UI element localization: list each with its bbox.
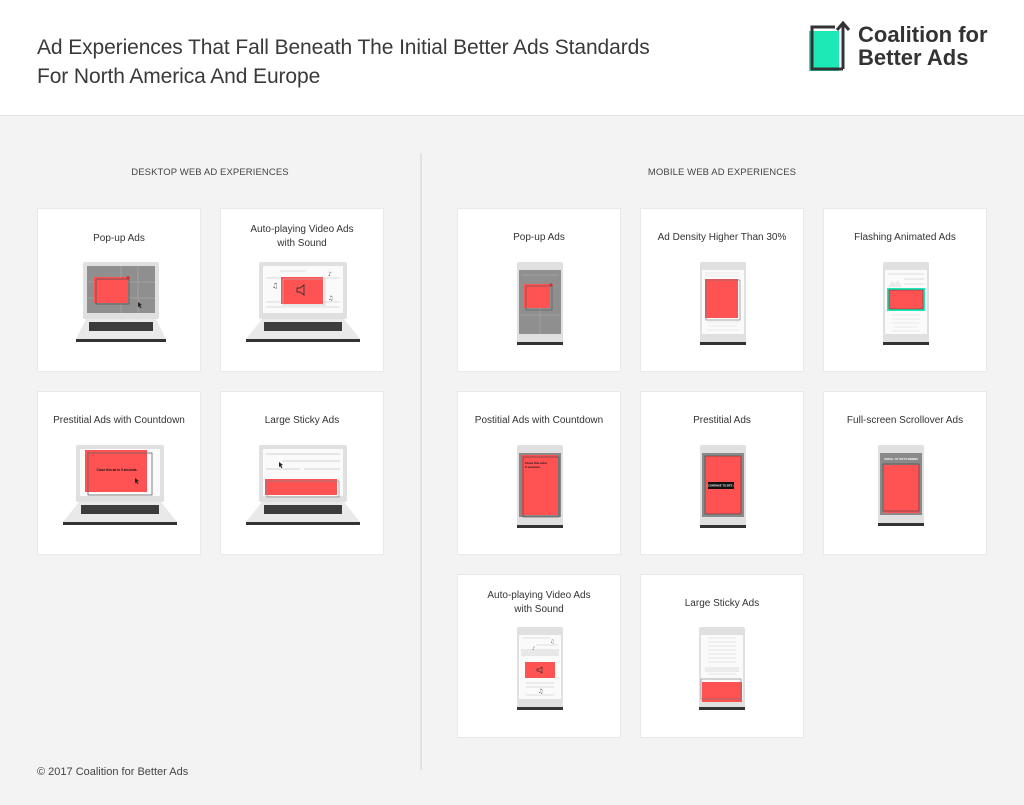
phone-scrollover-icon: SCROLL TO TOP TO DISMISS [878,445,924,526]
laptop-prestitial-countdown-icon: Close this ad in 5 seconds. [63,445,177,525]
laptop-popup-icon [76,262,166,342]
card-label: Auto-playing Video Ads with Sound [487,590,591,615]
card-label: Postitial Ads with Countdown [474,415,604,426]
logo-line-1: Coalition for [858,22,988,47]
mobile-card-autoplay-video: Auto-playing Video Ads with Sound ♫ ♪ ♫ [457,574,621,738]
svg-text:♫: ♫ [550,639,554,645]
countdown-text-line-2: 5 seconds. [525,465,541,469]
svg-text:♫: ♫ [538,688,543,695]
page-title-line-2: For North America And Europe [37,65,321,88]
phone-ad-density-icon [700,262,746,345]
card-label: Ad Density Higher Than 30% [657,232,787,243]
coalition-logo-icon [809,21,851,71]
countdown-text: Close this ad in 5 seconds. [97,468,138,472]
section-divider [420,153,422,770]
desktop-card-autoplay-video: Auto-playing Video Ads with Sound ♫ ♪ ♫ [220,208,384,372]
phone-prestitial-icon: CONTINUE TO SITE › [700,445,746,528]
desktop-card-popup: Pop-up Ads [37,208,201,372]
card-label: Pop-up Ads [513,232,565,243]
phone-popup-icon [517,262,563,345]
mobile-card-sticky: Large Sticky Ads [640,574,804,738]
continue-to-site-text: CONTINUE TO SITE › [708,484,734,488]
mobile-card-flashing: Flashing Animated Ads [823,208,987,372]
card-label: Large Sticky Ads [684,598,760,609]
card-label: Prestitial Ads [693,415,751,426]
card-label: Auto-playing Video Ads with Sound [250,224,354,249]
desktop-section-title: DESKTOP WEB AD EXPERIENCES [131,167,289,178]
phone-flashing-ad-icon [883,262,929,345]
svg-text:♫: ♫ [272,282,278,290]
svg-text:♪: ♪ [328,271,332,278]
mobile-section-title: MOBILE WEB AD EXPERIENCES [647,167,797,178]
laptop-autoplay-video-icon: ♫ ♪ ♫ [246,262,360,342]
logo-line-2: Better Ads [858,45,969,70]
phone-postitial-countdown-icon: Close this ad in 5 seconds. [517,445,563,528]
page-title-line-1: Ad Experiences That Fall Beneath The Ini… [37,36,650,59]
phone-sticky-ad-icon [699,627,745,710]
coalition-logo: Coalition for Better Ads [807,21,997,73]
mobile-card-ad-density: Ad Density Higher Than 30% [640,208,804,372]
laptop-sticky-ad-icon [246,445,360,525]
mobile-card-scrollover: Full-screen Scrollover Ads SCROLL TO TOP… [823,391,987,555]
copyright-footer: © 2017 Coalition for Better Ads [37,766,189,778]
card-label: Prestitial Ads with Countdown [53,415,185,426]
card-label: Pop-up Ads [93,233,145,244]
desktop-card-sticky: Large Sticky Ads [220,391,384,555]
mobile-card-popup: Pop-up Ads [457,208,621,372]
svg-text:♫: ♫ [328,295,333,302]
card-label: Full-screen Scrollover Ads [846,415,964,426]
phone-autoplay-video-icon: ♫ ♪ ♫ [517,627,563,710]
card-label: Large Sticky Ads [264,415,340,426]
svg-text:♪: ♪ [532,646,535,652]
page-title: Ad Experiences That Fall Beneath The Ini… [37,33,650,91]
card-label: Flashing Animated Ads [854,232,956,243]
mobile-card-prestitial: Prestitial Ads CONTINUE TO SITE › [640,391,804,555]
scroll-dismiss-text: SCROLL TO TOP TO DISMISS [884,458,918,461]
logo-text: Coalition for Better Ads [858,23,988,69]
mobile-card-postitial-countdown: Postitial Ads with Countdown Close this … [457,391,621,555]
desktop-card-prestitial-countdown: Prestitial Ads with Countdown Close this… [37,391,201,555]
header: Ad Experiences That Fall Beneath The Ini… [0,0,1024,116]
